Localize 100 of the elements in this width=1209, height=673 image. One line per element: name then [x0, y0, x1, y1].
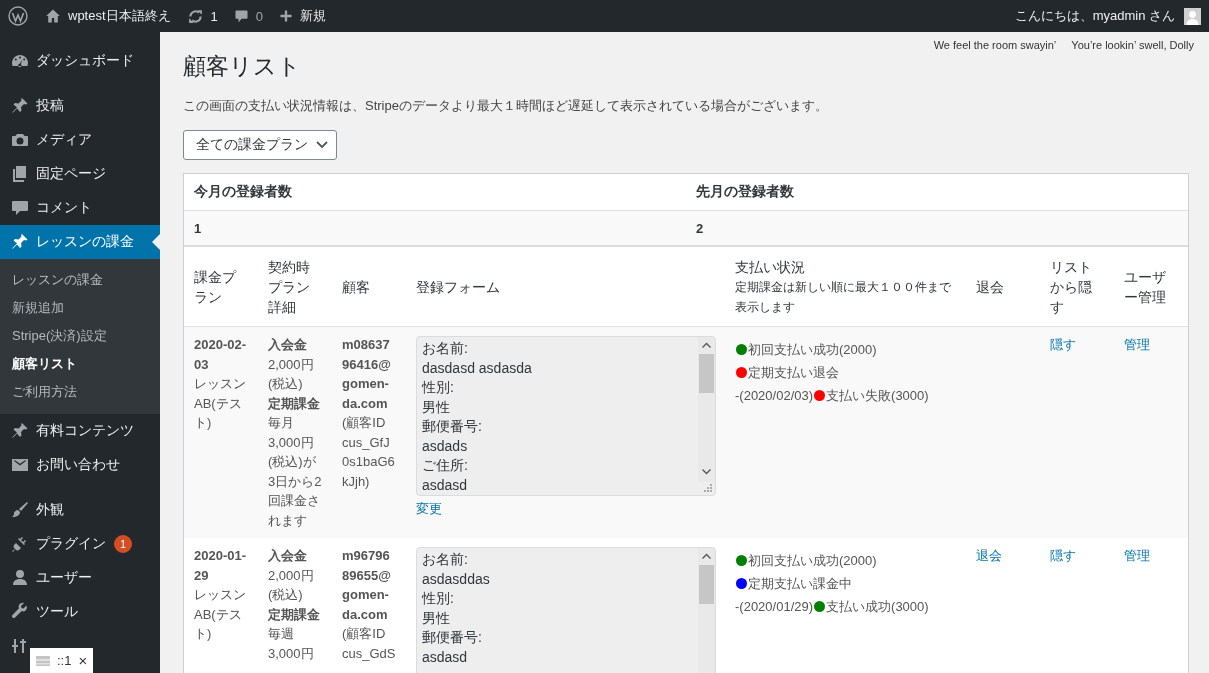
sidebar-item[interactable]: 外観 — [0, 493, 160, 527]
form-line-text: お名前: — [422, 550, 469, 569]
fee-label: 入会金 — [268, 336, 308, 354]
page-title: 顧客リスト — [183, 52, 302, 81]
sidebar-item[interactable]: 有料コンテンツ — [0, 414, 160, 448]
form-line-text: asdads — [422, 436, 469, 456]
signup-date-text: 2020-02-03 — [194, 336, 248, 374]
customer-email: m9679689655@gomen-da.com — [342, 547, 392, 624]
form-line-text: 男性 — [422, 397, 451, 417]
user-icon — [10, 568, 30, 588]
plan-name-text: レッスンAB(テスト) — [194, 586, 247, 643]
sidebar-item[interactable]: レッスンの課金 — [0, 225, 160, 259]
form-line-text: 性別: — [422, 378, 455, 397]
signup-date-text: 2020-01-29 — [194, 547, 248, 585]
notice-text: この画面の支払い状況情報は、Stripeのデータより最大１時間ほど遅延して表示されている場合がございます。 — [183, 97, 829, 115]
fee-text: 2,000円(税込) — [268, 355, 315, 393]
payment-date-text: -(2020/01/29) — [735, 598, 814, 616]
submenu-item[interactable]: 新規追加 — [0, 294, 160, 322]
account-link[interactable]: こんにちは、myadmin さん — [1006, 0, 1209, 32]
address-text: ::1 — [57, 653, 72, 668]
column-header: 先月の登録者数 — [695, 182, 795, 201]
lyric-text: You’re lookin’ swell, Dolly — [1071, 39, 1194, 52]
column-header: 退会 — [976, 277, 1005, 297]
form-line-text: asdasddas — [422, 569, 491, 589]
sidebar-item[interactable]: コメント — [0, 191, 160, 225]
close-button[interactable]: × — [78, 653, 88, 668]
column-header: 顧客 — [342, 277, 371, 297]
brush-icon — [10, 500, 30, 520]
payment-status-text: 支払い成功(3000) — [826, 598, 929, 616]
plan-name-text: レッスンAB(テスト) — [194, 375, 247, 432]
table-cell-text: 1 — [193, 219, 203, 238]
customer-id-text: (顧客ID cus_GfJ0s1baG6kJjh) — [342, 414, 396, 491]
comments-link[interactable]: 0 — [225, 0, 272, 32]
site-name-link[interactable]: wptest日本語終え — [37, 0, 179, 32]
sidebar-item[interactable]: ユーザー — [0, 561, 160, 595]
payment-status-text: 支払い失敗(3000) — [826, 387, 929, 405]
sidebar-item[interactable]: 固定ページ — [0, 157, 160, 191]
fee-text: 毎月3,000円(税込)が3日から2回課金されます — [268, 414, 322, 530]
lyric-text: We feel the room swayin’ — [933, 39, 1057, 52]
customer-email: m0863796416@gomen-da.com — [342, 336, 392, 413]
sidebar-item[interactable]: お問い合わせ — [0, 448, 160, 482]
submenu-item[interactable]: Stripe(決済)設定 — [0, 322, 160, 350]
fee-label: 入会金 — [268, 547, 308, 565]
column-header: 登録フォーム — [416, 277, 501, 297]
hide-link[interactable]: 隠す — [1050, 337, 1076, 352]
plus-icon — [279, 9, 294, 23]
updates-link[interactable]: 1 — [178, 0, 226, 32]
form-line-text: asdasd — [422, 475, 469, 495]
manage-link[interactable]: 管理 — [1124, 548, 1150, 563]
plan-filter-dropdown[interactable]: 全ての課金プラン — [183, 130, 337, 160]
speech-bubble-icon — [233, 8, 249, 24]
payment-status-text: 定期支払い課金中 — [748, 575, 852, 593]
column-header: 課金プラン — [194, 267, 238, 307]
form-line-text: ご住所: — [422, 456, 469, 475]
submenu-item[interactable]: 顧客リスト — [0, 350, 160, 378]
form-line-text: dasdasd asdasda — [422, 358, 533, 378]
sidebar-item[interactable]: ダッシュボード — [0, 44, 160, 78]
cancel-link[interactable]: 退会 — [976, 548, 1002, 563]
hide-link[interactable]: 隠す — [1050, 548, 1076, 563]
logo-icon[interactable] — [8, 6, 28, 26]
submenu-item[interactable]: レッスンの課金 — [0, 266, 160, 294]
column-header: 支払い状況 — [735, 257, 806, 277]
payment-status-text: 初回支払い成功(2000) — [748, 552, 877, 570]
new-content-link[interactable]: 新規 — [271, 0, 335, 32]
flag-icon — [36, 655, 50, 666]
column-header: ユーザー管理 — [1124, 267, 1167, 307]
submenu-item[interactable]: ご利用方法 — [0, 378, 160, 406]
payment-status-text: 初回支払い成功(2000) — [748, 341, 877, 359]
refresh-icon — [186, 7, 204, 25]
form-line-text: asdasd — [422, 647, 469, 667]
form-line-text: 郵便番号: — [422, 417, 483, 436]
customer-id-text: (顧客ID cus_GdS — [342, 625, 396, 663]
speech-bubble-icon — [10, 198, 30, 218]
home-icon — [45, 8, 61, 24]
sidebar-item[interactable]: 投稿 — [0, 89, 160, 123]
fee-text: 毎週 3,000円 — [268, 625, 315, 663]
payment-status-text: 定期支払い退会 — [748, 364, 839, 382]
fee-label: 定期課金 — [268, 394, 321, 413]
form-textarea[interactable]: お名前: dasdasd asdasda 性別: 男性 郵便番号: asdads ご住所: asdasd — [416, 336, 716, 496]
fee-text: 2,000円(税込) — [268, 566, 315, 604]
column-note: 定期課金は新しい順に最大１００件まで表示します — [735, 278, 952, 316]
chevron-down-icon — [316, 141, 328, 149]
column-header: 今月の登録者数 — [193, 182, 293, 201]
form-line-text: 男性 — [422, 608, 451, 628]
edit-link[interactable]: 変更 — [416, 499, 442, 519]
update-count-badge: 1 — [114, 535, 132, 553]
form-line-text: 性別: — [422, 589, 455, 608]
column-header: リストから隠す — [1050, 257, 1093, 317]
payment-date-text: -(2020/02/03) — [735, 387, 814, 405]
table-cell-text: 2 — [695, 219, 705, 238]
column-header: 契約時プラン詳細 — [268, 257, 311, 317]
form-line-text: お名前: — [422, 339, 469, 358]
sidebar-item[interactable]: メディア — [0, 123, 160, 157]
avatar-icon — [1184, 7, 1201, 25]
resize-grip-icon[interactable] — [704, 484, 712, 492]
fee-label: 定期課金 — [268, 605, 321, 624]
form-textarea[interactable]: お名前: asdasddas 性別: 男性 郵便番号: asdasd — [416, 547, 716, 673]
sidebar-item[interactable]: プラグイン 1 — [0, 527, 160, 561]
manage-link[interactable]: 管理 — [1124, 337, 1150, 352]
sidebar-item[interactable]: ツール — [0, 595, 160, 629]
